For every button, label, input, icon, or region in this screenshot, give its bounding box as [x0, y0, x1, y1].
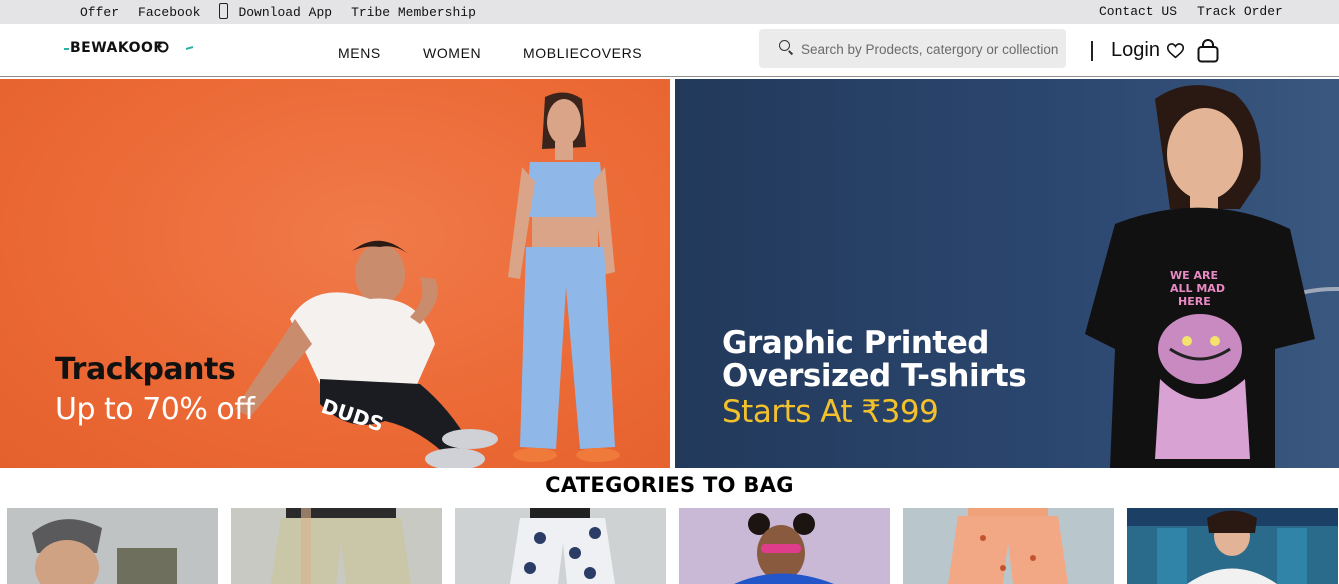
facebook-link[interactable]: Facebook [138, 5, 200, 20]
category-card[interactable] [1127, 508, 1338, 584]
nav-mobile-covers[interactable]: MOBLIECOVERS [523, 45, 642, 61]
svg-text:HERE: HERE [1178, 295, 1211, 308]
shopping-bag-icon[interactable] [1197, 39, 1219, 68]
site-logo[interactable]: BEWAKOOF [64, 36, 196, 62]
main-header: BEWAKOOF MENS WOMEN MOBLIECOVERS Login [0, 24, 1339, 77]
banner-subtitle: Starts At ₹399 [722, 394, 939, 430]
category-card[interactable] [231, 508, 442, 584]
svg-text:WE ARE: WE ARE [1170, 269, 1218, 282]
track-order-link[interactable]: Track Order [1197, 4, 1283, 19]
category-image [1127, 508, 1338, 584]
banner-title: Graphic Printed Oversized T-shirts [722, 325, 1027, 394]
wishlist-heart-icon[interactable] [1166, 43, 1185, 64]
offer-link[interactable]: Offer [80, 5, 119, 20]
search-box[interactable] [759, 29, 1066, 68]
model-woman-illustration [508, 92, 620, 462]
banner-subtitle: Up to 70% off [55, 392, 255, 427]
logo-wordmark: BEWAKOOF [64, 40, 194, 56]
svg-text:ALL MAD: ALL MAD [1170, 282, 1225, 295]
top-right-links: Contact US Track Order [1099, 4, 1283, 19]
category-image [271, 508, 411, 584]
category-card[interactable] [455, 508, 666, 584]
header-divider [1091, 41, 1093, 61]
download-app-link[interactable]: Download App [238, 5, 332, 20]
tribe-membership-link[interactable]: Tribe Membership [351, 5, 476, 20]
phone-icon [219, 3, 229, 19]
banner-trackpants[interactable]: DUDS Trackpants Up to 70% off [0, 79, 670, 468]
banner-oversized-tshirts[interactable]: WE ARE ALL MAD HERE Graphic Printed Over… [675, 79, 1339, 468]
nav-women[interactable]: WOMEN [423, 45, 481, 61]
search-icon[interactable] [779, 40, 790, 51]
category-image [734, 513, 834, 584]
category-card[interactable] [679, 508, 890, 584]
categories-heading: CATEGORIES TO BAG [545, 473, 794, 497]
banner-title: Trackpants [55, 352, 236, 387]
top-strip: Offer Facebook Download App Tribe Member… [0, 0, 1339, 24]
top-left-links: Offer Facebook Download App Tribe Member… [80, 3, 476, 20]
bag-icon [1197, 39, 1219, 63]
category-card[interactable] [903, 508, 1114, 584]
model-man-illustration: DUDS [235, 240, 498, 468]
svg-text:BEWAKOOF: BEWAKOOF [70, 40, 163, 56]
model-woman-tshirt-illustration: WE ARE ALL MAD HERE [1085, 85, 1339, 468]
category-image [32, 519, 177, 584]
search-input[interactable] [801, 39, 1063, 59]
nav-mens[interactable]: MENS [338, 45, 381, 61]
contact-us-link[interactable]: Contact US [1099, 4, 1177, 19]
category-card[interactable] [7, 508, 218, 584]
category-image [510, 508, 615, 584]
heart-icon [1166, 43, 1185, 59]
category-image [948, 508, 1068, 584]
category-cards [0, 508, 1339, 584]
login-link[interactable]: Login [1111, 39, 1160, 62]
